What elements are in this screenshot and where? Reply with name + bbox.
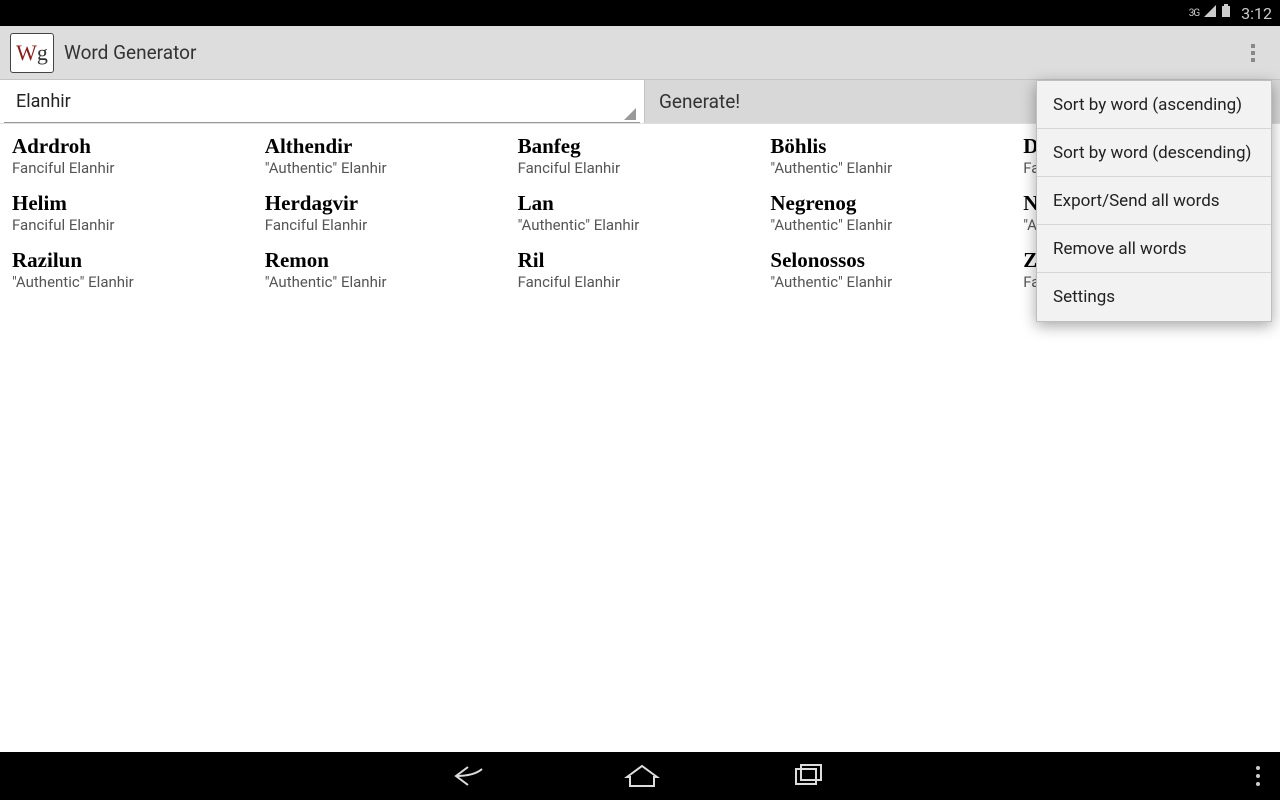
word-cell[interactable]: HelimFanciful Elanhir	[8, 191, 261, 234]
generate-label: Generate!	[659, 90, 740, 113]
menu-item[interactable]: Sort by word (ascending)	[1037, 81, 1271, 129]
word-text: Razilun	[12, 248, 257, 273]
navigation-bar	[0, 752, 1280, 800]
word-subtitle: Fanciful Elanhir	[12, 159, 257, 177]
word-text: Lan	[518, 191, 763, 216]
word-cell[interactable]: Böhlis"Authentic" Elanhir	[766, 134, 1019, 177]
app-bar: Wg Word Generator	[0, 26, 1280, 80]
word-subtitle: "Authentic" Elanhir	[770, 273, 1015, 291]
word-cell[interactable]: Althendir"Authentic" Elanhir	[261, 134, 514, 177]
network-indicator: 3G	[1189, 8, 1199, 19]
word-subtitle: "Authentic" Elanhir	[12, 273, 257, 291]
word-cell[interactable]: Razilun"Authentic" Elanhir	[8, 248, 261, 291]
word-cell[interactable]: Lan"Authentic" Elanhir	[514, 191, 767, 234]
word-cell[interactable]: BanfegFanciful Elanhir	[514, 134, 767, 177]
app-title: Word Generator	[64, 41, 1238, 64]
word-text: Herdagvir	[265, 191, 510, 216]
signal-icon	[1203, 4, 1217, 22]
word-text: Banfeg	[518, 134, 763, 159]
back-button[interactable]	[454, 763, 494, 789]
nav-overflow-button[interactable]	[1256, 752, 1260, 800]
word-text: Adrdroh	[12, 134, 257, 159]
word-subtitle: "Authentic" Elanhir	[770, 216, 1015, 234]
word-cell[interactable]: Remon"Authentic" Elanhir	[261, 248, 514, 291]
overflow-button[interactable]	[1238, 33, 1268, 73]
app-icon: Wg	[10, 33, 54, 73]
word-subtitle: "Authentic" Elanhir	[518, 216, 763, 234]
spinner-value: Elanhir	[16, 91, 71, 112]
word-subtitle: "Authentic" Elanhir	[265, 159, 510, 177]
word-text: Althendir	[265, 134, 510, 159]
menu-item[interactable]: Export/Send all words	[1037, 177, 1271, 225]
word-subtitle: "Authentic" Elanhir	[265, 273, 510, 291]
word-text: Negrenog	[770, 191, 1015, 216]
word-cell[interactable]: HerdagvirFanciful Elanhir	[261, 191, 514, 234]
menu-item[interactable]: Settings	[1037, 273, 1271, 321]
word-subtitle: Fanciful Elanhir	[265, 216, 510, 234]
battery-icon	[1221, 4, 1231, 22]
home-button[interactable]	[624, 763, 660, 789]
status-bar: 3G 3:12	[0, 0, 1280, 26]
word-subtitle: Fanciful Elanhir	[12, 216, 257, 234]
language-spinner[interactable]: Elanhir	[4, 80, 640, 123]
menu-item[interactable]: Sort by word (descending)	[1037, 129, 1271, 177]
word-subtitle: "Authentic" Elanhir	[770, 159, 1015, 177]
menu-item[interactable]: Remove all words	[1037, 225, 1271, 273]
word-text: Remon	[265, 248, 510, 273]
word-cell[interactable]: Negrenog"Authentic" Elanhir	[766, 191, 1019, 234]
word-text: Böhlis	[770, 134, 1015, 159]
recents-button[interactable]	[790, 763, 826, 789]
word-text: Helim	[12, 191, 257, 216]
overflow-menu: Sort by word (ascending)Sort by word (de…	[1036, 80, 1272, 322]
word-subtitle: Fanciful Elanhir	[518, 273, 763, 291]
word-text: Selonossos	[770, 248, 1015, 273]
word-cell[interactable]: RilFanciful Elanhir	[514, 248, 767, 291]
word-subtitle: Fanciful Elanhir	[518, 159, 763, 177]
word-text: Ril	[518, 248, 763, 273]
word-cell[interactable]: AdrdrohFanciful Elanhir	[8, 134, 261, 177]
clock: 3:12	[1241, 4, 1272, 23]
word-cell[interactable]: Selonossos"Authentic" Elanhir	[766, 248, 1019, 291]
